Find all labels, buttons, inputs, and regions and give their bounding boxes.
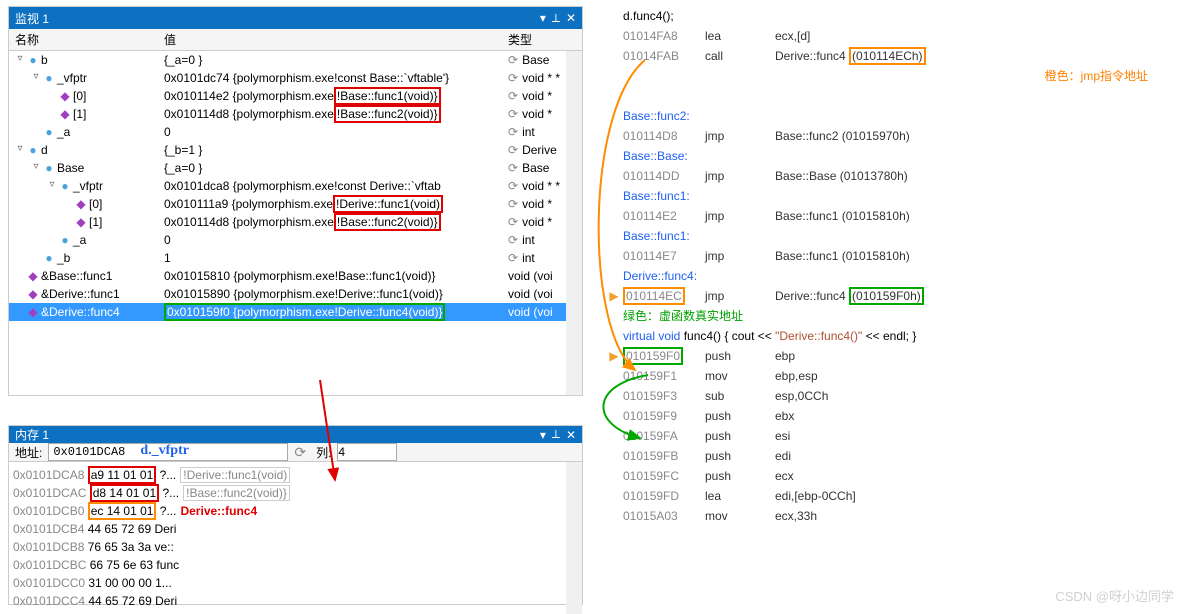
table-row[interactable]: ▿●_vfptr0x0101dca8 {polymorphism.exe!con… (9, 177, 582, 195)
asm-row: ▶010114ECjmpDerive::func4 (010159F0h) (605, 286, 1178, 306)
cols-input[interactable] (337, 443, 397, 461)
table-row[interactable]: ◆[1]0x010114d8 {polymorphism.exe!Base::f… (9, 105, 582, 123)
addr-hint: d._vfptr (140, 443, 189, 459)
memory-toolbar: 地址: d._vfptr ⟳ 列: (9, 443, 582, 462)
table-row[interactable]: ●_b1⟳int (9, 249, 582, 267)
col-name[interactable]: 名称 (9, 31, 164, 48)
asm-row: 010159F3subesp,0CCh (605, 386, 1178, 406)
table-row[interactable]: ◆&Derive::func10x01015890 {polymorphism.… (9, 285, 582, 303)
asm-row: d.func4(); (605, 6, 1178, 26)
asm-row: virtual void func4() { cout << "Derive::… (605, 326, 1178, 346)
asm-row: 01014FABcallDerive::func4 (010114ECh) (605, 46, 1178, 66)
memory-row[interactable]: 0x0101DCB8 76 65 3a 3a ve:: (13, 538, 578, 556)
table-row[interactable]: ◆[0]0x010111a9 {polymorphism.exe!Derive:… (9, 195, 582, 213)
table-row[interactable]: ◆&Derive::func40x010159f0 {polymorphism.… (9, 303, 582, 321)
disassembly-panel: d.func4();01014FA8leaecx,[d]01014FABcall… (605, 6, 1178, 606)
memory-body: 0x0101DCA8 a9 11 01 01 ?...!Derive::func… (9, 462, 582, 614)
asm-row (605, 86, 1178, 106)
watch-titlebar: 监视 1 ▾ ⟂ ✕ (9, 7, 582, 29)
memory-titlebar: 内存 1 ▾ ⟂ ✕ (9, 426, 582, 443)
table-row[interactable]: ▿●d{_b=1 }⟳Derive (9, 141, 582, 159)
asm-row: 01014FA8leaecx,[d] (605, 26, 1178, 46)
table-row[interactable]: ◆[0]0x010114e2 {polymorphism.exe!Base::f… (9, 87, 582, 105)
asm-row: Base::func2: (605, 106, 1178, 126)
asm-row: 010159F1movebp,esp (605, 366, 1178, 386)
asm-row: 010159FCpushecx (605, 466, 1178, 486)
watch-title: 监视 1 (15, 10, 49, 27)
asm-row: Derive::func4: (605, 266, 1178, 286)
pin-icon[interactable]: ⟂ (552, 11, 560, 26)
memory-title: 内存 1 (15, 426, 49, 443)
table-row[interactable]: ●_a0⟳int (9, 123, 582, 141)
asm-row: 010114DDjmpBase::Base (01013780h) (605, 166, 1178, 186)
watch-scrollbar[interactable] (566, 51, 582, 395)
table-row[interactable]: ◆[1]0x010114d8 {polymorphism.exe!Base::f… (9, 213, 582, 231)
memory-panel: 内存 1 ▾ ⟂ ✕ 地址: d._vfptr ⟳ 列: 0x0101DCA8 … (8, 425, 583, 605)
watch-rows: ▿●b{_a=0 }⟳Base▿●_vfptr0x0101dc74 {polym… (9, 51, 582, 395)
asm-row: 绿色：虚函数真实地址 (605, 306, 1178, 326)
asm-row: 010114E2jmpBase::func1 (01015810h) (605, 206, 1178, 226)
asm-row: 010159FApushesi (605, 426, 1178, 446)
memory-row[interactable]: 0x0101DCC4 44 65 72 69 Deri (13, 592, 578, 610)
close-icon[interactable]: ✕ (566, 11, 576, 25)
table-row[interactable]: ▿●b{_a=0 }⟳Base (9, 51, 582, 69)
watermark: CSDN @呀小边同学 (1055, 586, 1174, 605)
addr-label: 地址: (15, 444, 42, 461)
dropdown-icon[interactable]: ▾ (540, 428, 546, 442)
asm-row: Base::func1: (605, 186, 1178, 206)
refresh-icon[interactable]: ⟳ (294, 444, 306, 461)
pin-icon[interactable]: ⟂ (552, 427, 560, 442)
dropdown-icon[interactable]: ▾ (540, 11, 546, 25)
cols-label: 列: (316, 444, 331, 461)
memory-row[interactable]: 0x0101DCBC 66 75 6e 63 func (13, 556, 578, 574)
memory-row[interactable]: 0x0101DCB0 ec 14 01 01 ?...Derive::func4 (13, 502, 578, 520)
col-type[interactable]: 类型 (504, 31, 582, 48)
memory-row[interactable]: 0x0101DCB4 44 65 72 69 Deri (13, 520, 578, 538)
memory-row[interactable]: 0x0101DCA8 a9 11 01 01 ?...!Derive::func… (13, 466, 578, 484)
memory-row[interactable]: 0x0101DCC0 31 00 00 00 1... (13, 574, 578, 592)
asm-row: 010159FDleaedi,[ebp-0CCh] (605, 486, 1178, 506)
asm-row: 橙色：jmp指令地址 (605, 66, 1178, 86)
close-icon[interactable]: ✕ (566, 428, 576, 442)
asm-row: ▶010159F0pushebp (605, 346, 1178, 366)
asm-row: 01015A03movecx,33h (605, 506, 1178, 526)
table-row[interactable]: ▿●Base{_a=0 }⟳Base (9, 159, 582, 177)
asm-row: Base::func1: (605, 226, 1178, 246)
memory-row[interactable]: 0x0101DCAC d8 14 01 01 ?...!Base::func2(… (13, 484, 578, 502)
asm-row: 010114E7jmpBase::func1 (01015810h) (605, 246, 1178, 266)
col-value[interactable]: 值 (164, 31, 504, 48)
watch-header: 名称 值 类型 (9, 29, 582, 51)
table-row[interactable]: ▿●_vfptr0x0101dc74 {polymorphism.exe!con… (9, 69, 582, 87)
memory-scrollbar[interactable] (566, 462, 582, 614)
table-row[interactable]: ◆&Base::func10x01015810 {polymorphism.ex… (9, 267, 582, 285)
watch-panel: 监视 1 ▾ ⟂ ✕ 名称 值 类型 ▿●b{_a=0 }⟳Base▿●_vfp… (8, 6, 583, 396)
asm-row: Base::Base: (605, 146, 1178, 166)
asm-row: 010159FBpushedi (605, 446, 1178, 466)
asm-row: 010159F9pushebx (605, 406, 1178, 426)
table-row[interactable]: ●_a0⟳int (9, 231, 582, 249)
asm-row: 010114D8jmpBase::func2 (01015970h) (605, 126, 1178, 146)
